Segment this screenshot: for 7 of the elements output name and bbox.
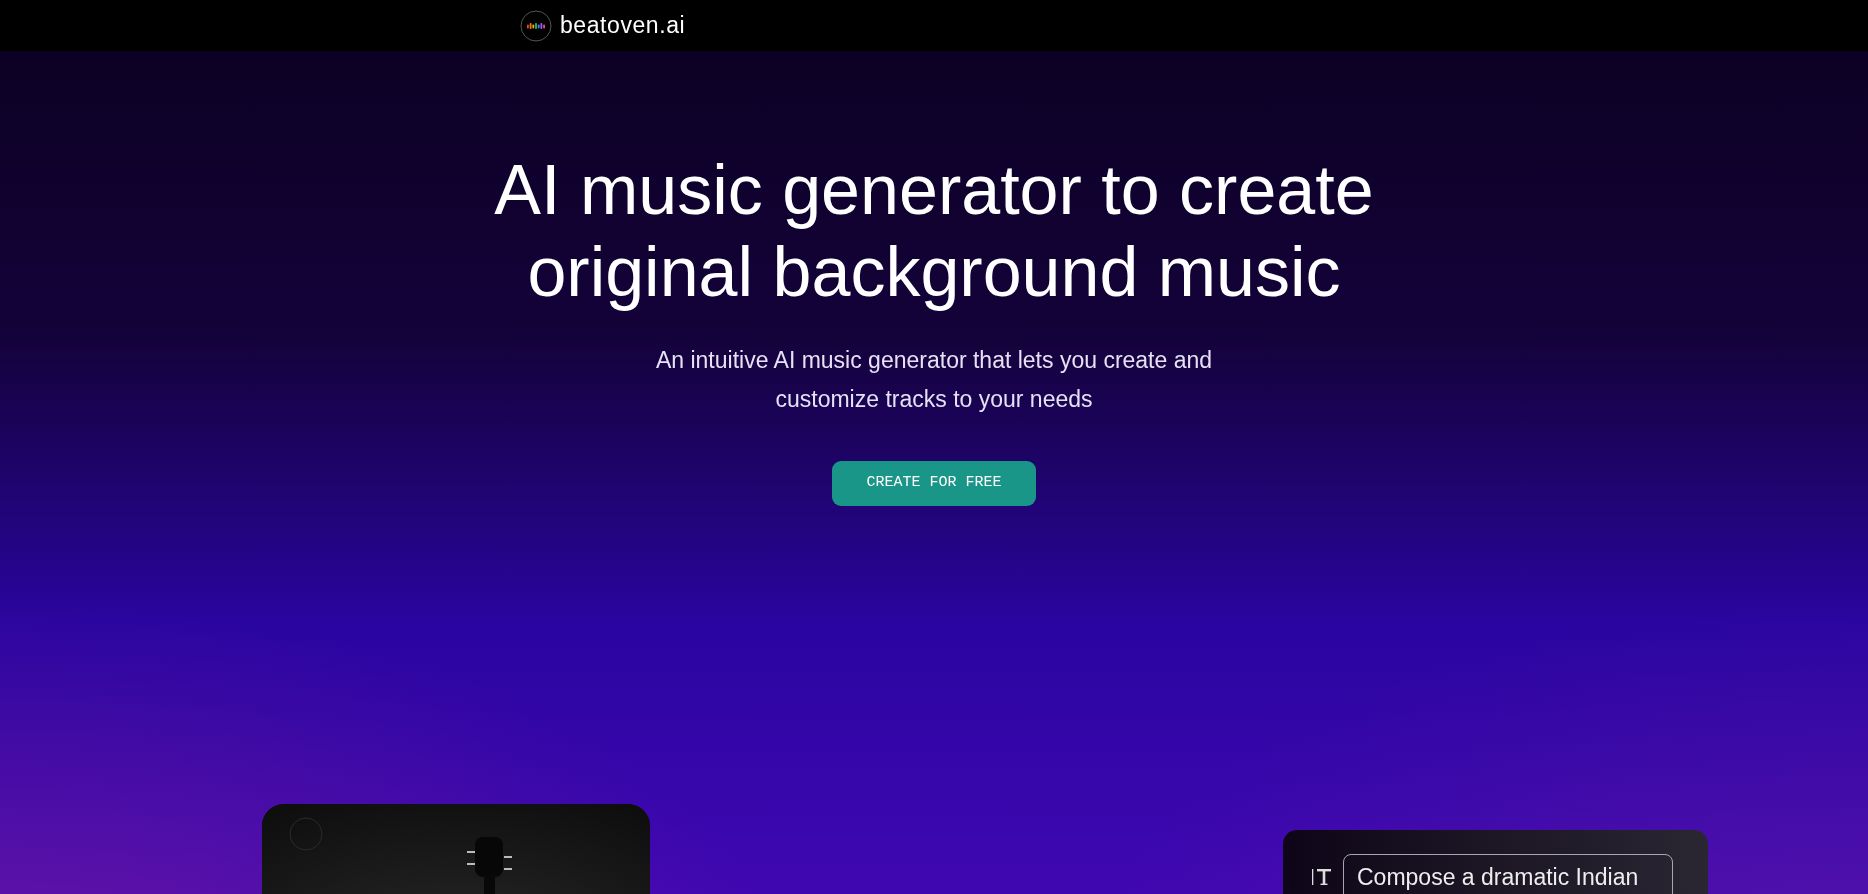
create-button[interactable]: CREATE FOR FREE (832, 461, 1036, 506)
logo-icon (520, 9, 552, 42)
hero-subtitle: An intuitive AI music generator that lets you create and customize tracks to your needs (655, 346, 1213, 414)
brand-name[interactable]: beatoven.ai (560, 8, 686, 43)
text-icon[interactable] (1311, 866, 1333, 888)
hero-title: AI music generator to create original background music (494, 150, 1374, 313)
prompt-field[interactable]: Compose a dramatic Indian (1343, 854, 1673, 894)
